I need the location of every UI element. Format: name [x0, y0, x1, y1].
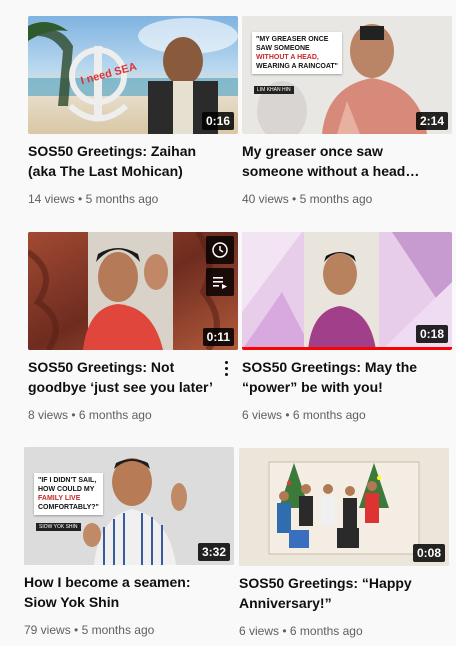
caption-line: SAW SOMEONE: [256, 45, 310, 52]
title-line: goodbye ‘just see you later’: [28, 379, 213, 395]
view-count: 40 views: [242, 192, 289, 206]
view-count: 79 views: [24, 623, 71, 637]
caption-line: WEARING A RAINCOAT": [256, 63, 338, 70]
more-actions-icon[interactable]: [218, 357, 234, 379]
separator-dot: •: [74, 623, 79, 637]
separator-dot: •: [78, 192, 83, 206]
queue-icon: [213, 277, 227, 289]
video-title[interactable]: SOS50 Greetings: “Happy Anniversary!”: [239, 573, 449, 613]
title-line: Siow Yok Shin: [24, 594, 120, 610]
video-title[interactable]: How I become a seamen: Siow Yok Shin: [24, 572, 234, 612]
view-count: 14 views: [28, 192, 75, 206]
video-metadata: 79 views • 5 months ago: [24, 622, 154, 638]
upload-age: 5 months ago: [299, 192, 373, 206]
view-count: 6 views: [242, 408, 283, 422]
video-metadata: 8 views • 6 months ago: [28, 407, 152, 423]
duration-badge: 3:32: [197, 543, 230, 561]
video-title[interactable]: SOS50 Greetings: May the “power” be with…: [242, 357, 452, 397]
video-thumbnail[interactable]: "MY GREASER ONCE SAW SOMEONE WITHOUT A H…: [242, 16, 452, 134]
upload-age: 5 months ago: [85, 192, 159, 206]
title-line: SOS50 Greetings: May the: [242, 359, 418, 375]
video-thumbnail[interactable]: 0:18: [242, 232, 452, 350]
separator-dot: •: [282, 624, 287, 638]
title-line: SOS50 Greetings: Not: [28, 359, 175, 375]
title-line: (aka The Last Mohican): [28, 163, 183, 179]
caption-line: FAMILY LIVE: [38, 495, 81, 502]
duration-badge: 0:08: [412, 544, 445, 562]
upload-age: 6 months ago: [292, 408, 366, 422]
video-title[interactable]: SOS50 Greetings: Zaihan (aka The Last Mo…: [28, 141, 238, 181]
video-title[interactable]: My greaser once saw someone without a he…: [242, 141, 452, 181]
title-line: Anniversary!”: [239, 595, 332, 611]
video-metadata: 6 views • 6 months ago: [239, 623, 363, 639]
video-thumbnail[interactable]: 0:11: [28, 232, 238, 350]
video-metadata: 40 views • 5 months ago: [242, 191, 372, 207]
duration-badge: 0:11: [202, 328, 234, 346]
view-count: 6 views: [239, 624, 280, 638]
watched-progress-bar: [242, 347, 452, 350]
title-line: “power” be with you!: [242, 379, 383, 395]
title-line: someone without a head…: [242, 163, 420, 179]
title-line: SOS50 Greetings: “Happy: [239, 575, 412, 591]
thumbnail-name-tag: SIOW YOK SHIN: [36, 523, 81, 531]
video-thumbnail[interactable]: "IF I DIDN'T SAIL, HOW COULD MY FAMILY L…: [24, 447, 234, 565]
caption-line: "MY GREASER ONCE: [256, 36, 329, 43]
video-metadata: 14 views • 5 months ago: [28, 191, 158, 207]
caption-line: HOW COULD MY: [38, 486, 95, 493]
caption-line: COMFORTABLY?": [38, 504, 99, 511]
upload-age: 6 months ago: [289, 624, 363, 638]
upload-age: 5 months ago: [81, 623, 155, 637]
duration-badge: 0:18: [415, 325, 448, 343]
duration-badge: 2:14: [415, 112, 448, 130]
thumbnail-name-tag: LIM KHAN HIN: [254, 86, 294, 94]
separator-dot: •: [292, 192, 297, 206]
video-metadata: 6 views • 6 months ago: [242, 407, 366, 423]
caption-line: WITHOUT A HEAD,: [256, 54, 319, 61]
title-line: How I become a seamen:: [24, 574, 191, 590]
thumbnail-caption: "MY GREASER ONCE SAW SOMEONE WITHOUT A H…: [252, 32, 342, 74]
thumbnail-caption: "IF I DIDN'T SAIL, HOW COULD MY FAMILY L…: [34, 473, 103, 515]
upload-age: 6 months ago: [78, 408, 152, 422]
watch-later-button[interactable]: [206, 236, 234, 264]
separator-dot: •: [71, 408, 76, 422]
title-line: My greaser once saw: [242, 143, 383, 159]
caption-line: "IF I DIDN'T SAIL,: [38, 477, 97, 484]
view-count: 8 views: [28, 408, 69, 422]
add-to-queue-button[interactable]: [206, 268, 234, 296]
separator-dot: •: [285, 408, 290, 422]
video-thumbnail[interactable]: I need SEA 0:16: [28, 16, 238, 134]
video-title[interactable]: SOS50 Greetings: Not goodbye ‘just see y…: [28, 357, 228, 397]
video-thumbnail[interactable]: 0:08: [239, 448, 449, 566]
duration-badge: 0:16: [201, 112, 234, 130]
title-line: SOS50 Greetings: Zaihan: [28, 143, 197, 159]
clock-icon: [212, 242, 228, 258]
